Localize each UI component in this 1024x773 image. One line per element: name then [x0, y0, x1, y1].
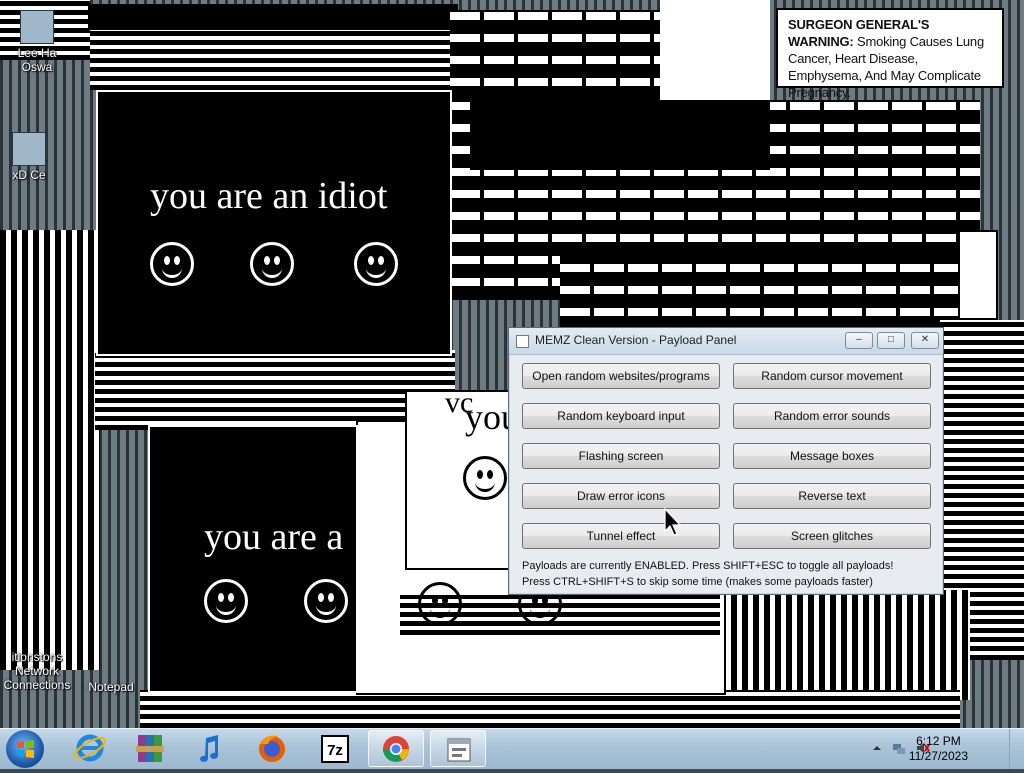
payload-button-random-error-sounds[interactable]: Random error sounds [733, 403, 931, 429]
chrome-icon [383, 736, 409, 762]
status-line: Press CTRL+SHIFT+S to skip some time (ma… [522, 576, 873, 588]
smiley-icon [250, 242, 294, 286]
show-hidden-icons-icon[interactable] [870, 741, 884, 755]
desktop-icon-user[interactable]: Lee Ha Oswa [2, 10, 72, 74]
clock-time: 6:12 PM [916, 734, 961, 748]
taskbar-firefox[interactable] [244, 730, 300, 767]
memz-window-icon [447, 738, 471, 762]
windows-logo-icon [17, 740, 34, 758]
payload-button-screen-glitches[interactable]: Screen glitches [733, 523, 931, 549]
glitch-block [470, 100, 770, 170]
desktop-icon-label: itionstons [11, 650, 63, 664]
internet-explorer-icon [73, 734, 107, 762]
start-button[interactable] [6, 730, 44, 768]
memz-window[interactable]: MEMZ Clean Version - Payload Panel – □ ✕… [508, 327, 944, 595]
glitch-block [95, 350, 455, 430]
program-icon [12, 132, 46, 166]
payload-button-flashing-screen[interactable]: Flashing screen [522, 443, 720, 469]
payload-button-random-keyboard[interactable]: Random keyboard input [522, 403, 720, 429]
surgeon-general-warning: SURGEON GENERAL'S WARNING: Smoking Cause… [776, 8, 1004, 100]
status-line: Payloads are currently ENABLED. Press SH… [522, 560, 894, 572]
payload-button-message-boxes[interactable]: Message boxes [733, 443, 931, 469]
idiot-window[interactable]: vc you [405, 390, 525, 570]
winrar-icon [136, 735, 164, 762]
desktop-icon-label: xD Ce [12, 168, 46, 182]
taskbar-7zip[interactable]: 7z [306, 730, 362, 767]
glitch-block [450, 10, 670, 100]
desktop-icon-label: Lee Ha Oswa [17, 46, 57, 74]
close-button[interactable]: ✕ [911, 332, 939, 349]
taskbar-ie[interactable] [62, 730, 118, 767]
app-icon [516, 335, 529, 348]
payload-button-tunnel-effect[interactable]: Tunnel effect [522, 523, 720, 549]
idiot-window[interactable]: you are an idiot [96, 90, 452, 356]
payload-button-reverse-text[interactable]: Reverse text [733, 483, 931, 509]
minimize-button[interactable]: – [845, 332, 873, 349]
payload-status-text: Payloads are currently ENABLED. Press SH… [522, 558, 893, 590]
smiley-icon [304, 579, 348, 623]
user-folder-icon [20, 10, 54, 44]
maximize-button[interactable]: □ [877, 332, 905, 349]
idiot-window[interactable]: you are a [148, 425, 358, 693]
window-titlebar[interactable]: MEMZ Clean Version - Payload Panel – □ ✕ [509, 328, 943, 355]
smiley-icon [418, 582, 462, 626]
taskbar: 7z 6:12 PM 11/27/2023 [0, 728, 1024, 769]
glitch-block [720, 590, 970, 700]
itunes-icon [200, 735, 218, 762]
glitch-block [660, 0, 770, 110]
desktop-icon-label: Notepad [88, 680, 134, 694]
desktop-icon-label: Network Connections [3, 664, 71, 692]
smiley-icon [354, 242, 398, 286]
idiot-text: you are an idiot [150, 175, 388, 217]
mouse-cursor-icon [664, 508, 682, 536]
glitch-block [958, 230, 998, 320]
7zip-icon: 7z [321, 735, 349, 763]
show-desktop-button[interactable] [1009, 729, 1024, 769]
idiot-text: you are a [204, 516, 344, 558]
taskbar-chrome[interactable] [368, 730, 424, 767]
network-icon[interactable] [892, 741, 906, 755]
taskbar-winrar[interactable] [122, 730, 178, 767]
glitch-block [560, 250, 980, 330]
payload-button-random-cursor[interactable]: Random cursor movement [733, 363, 931, 389]
glitch-block [0, 230, 100, 670]
taskbar-memz[interactable] [430, 730, 486, 767]
desktop: Lee Ha Oswa xD Ce itionstons Network Con… [0, 0, 1024, 728]
clock-date: 11/27/2023 [908, 749, 968, 763]
smiley-icon [204, 579, 248, 623]
glitch-block [140, 690, 960, 728]
firefox-icon [259, 735, 285, 762]
window-title: MEMZ Clean Version - Payload Panel [535, 333, 737, 347]
smiley-icon [150, 242, 194, 286]
glitch-block [88, 4, 458, 32]
payload-button-draw-error-icons[interactable]: Draw error icons [522, 483, 720, 509]
system-clock[interactable]: 6:12 PM 11/27/2023 [909, 734, 968, 764]
desktop-icon-notepad[interactable]: Notepad [76, 680, 146, 694]
desktop-icon-xd[interactable]: xD Ce [0, 132, 64, 182]
svg-text:7z: 7z [327, 742, 343, 759]
payload-button-open-random-websites[interactable]: Open random websites/programs [522, 363, 720, 389]
smiley-icon [463, 456, 507, 500]
desktop-icon-network[interactable]: itionstons Network Connections [2, 650, 72, 692]
taskbar-itunes[interactable] [182, 730, 238, 767]
glitch-block [90, 30, 450, 90]
